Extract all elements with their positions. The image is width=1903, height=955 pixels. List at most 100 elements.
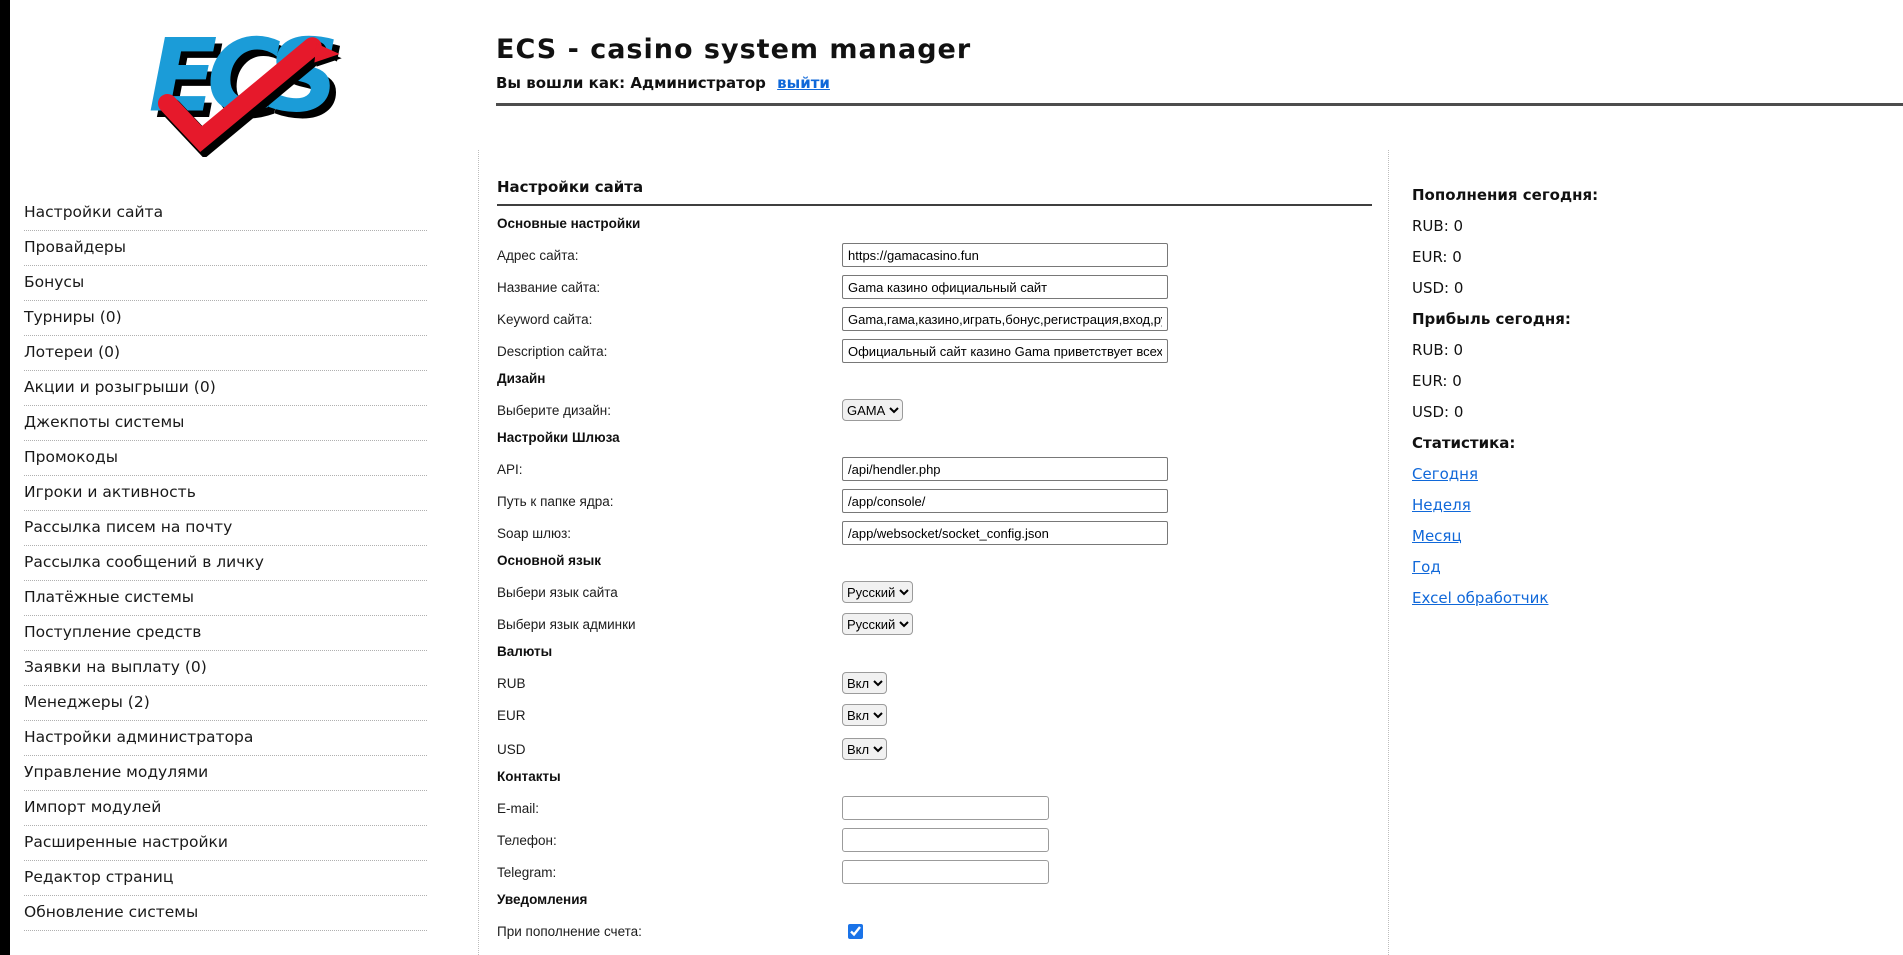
statistics-title: Статистика: bbox=[1412, 434, 1842, 452]
form-row: Название сайта: bbox=[497, 275, 1372, 299]
section-header: Основной язык bbox=[497, 553, 1372, 570]
stats-link[interactable]: Год bbox=[1412, 558, 1441, 576]
form-row: E-mail: bbox=[497, 796, 1372, 820]
deposits-today-list: RUB: 0EUR: 0USD: 0 bbox=[1412, 217, 1842, 297]
form-row: Адрес сайта: bbox=[497, 243, 1372, 267]
deposit-row: RUB: 0 bbox=[1412, 217, 1842, 235]
form-row: API: bbox=[497, 457, 1372, 481]
sidebar-item[interactable]: Управление модулями bbox=[24, 756, 427, 791]
core-path-input[interactable] bbox=[842, 489, 1168, 513]
form-row: При пополнение счета: bbox=[497, 919, 1372, 943]
field-label: Путь к папке ядра: bbox=[497, 494, 842, 509]
site-keyword-input[interactable] bbox=[842, 307, 1168, 331]
notify-deposit-checkbox[interactable] bbox=[848, 924, 863, 939]
section-header: Валюты bbox=[497, 644, 1372, 661]
field-label: Телефон: bbox=[497, 833, 842, 848]
sidebar-item[interactable]: Настройки администратора bbox=[24, 721, 427, 756]
deposit-row: EUR: 0 bbox=[1412, 248, 1842, 266]
usd-select[interactable]: Вкл bbox=[842, 738, 887, 760]
sidebar-item[interactable]: Рассылка сообщений в личку bbox=[24, 546, 427, 581]
form-row: Путь к папке ядра: bbox=[497, 489, 1372, 513]
page-title: ECS - casino system manager bbox=[496, 34, 971, 65]
form-row: Выберите дизайн:GAMA bbox=[497, 398, 1372, 422]
soap-gateway-input[interactable] bbox=[842, 521, 1168, 545]
left-edge-bar bbox=[0, 0, 10, 955]
api-input[interactable] bbox=[842, 457, 1168, 481]
profit-row: EUR: 0 bbox=[1412, 372, 1842, 390]
design-select[interactable]: GAMA bbox=[842, 399, 903, 421]
stats-link[interactable]: Excel обработчик bbox=[1412, 589, 1548, 607]
content-rightpanel-divider bbox=[1388, 150, 1389, 955]
form-row: Description сайта: bbox=[497, 339, 1372, 363]
form-row: Soap шлюз: bbox=[497, 521, 1372, 545]
field-label: EUR bbox=[497, 708, 842, 723]
sidebar-item[interactable]: Менеджеры (2) bbox=[24, 686, 427, 721]
field-label: USD bbox=[497, 742, 842, 757]
sidebar-item[interactable]: Настройки сайта bbox=[24, 196, 427, 231]
sidebar-item[interactable]: Промокоды bbox=[24, 441, 427, 476]
form-row: USDВкл bbox=[497, 737, 1372, 761]
section-header: Настройки Шлюза bbox=[497, 430, 1372, 447]
panel-title: Настройки сайта bbox=[497, 178, 1372, 194]
field-label: RUB bbox=[497, 676, 842, 691]
stats-link[interactable]: Месяц bbox=[1412, 527, 1462, 545]
stats-panel: Пополнения сегодня: RUB: 0EUR: 0USD: 0 П… bbox=[1412, 186, 1842, 620]
sidebar-item[interactable]: Платёжные системы bbox=[24, 581, 427, 616]
sidebar-menu: Настройки сайтаПровайдерыБонусыТурниры (… bbox=[24, 196, 427, 931]
email-input[interactable] bbox=[842, 796, 1049, 820]
sidebar-item[interactable]: Джекпоты системы bbox=[24, 406, 427, 441]
admin-language-select[interactable]: Русский bbox=[842, 613, 913, 635]
sidebar-item[interactable]: Бонусы bbox=[24, 266, 427, 301]
panel-title-divider bbox=[497, 204, 1372, 206]
profit-row: RUB: 0 bbox=[1412, 341, 1842, 359]
site-language-select[interactable]: Русский bbox=[842, 581, 913, 603]
sidebar-item[interactable]: Редактор страниц bbox=[24, 861, 427, 896]
section-header: Уведомления bbox=[497, 892, 1372, 909]
section-header: Контакты bbox=[497, 769, 1372, 786]
phone-input[interactable] bbox=[842, 828, 1049, 852]
field-label: Keyword сайта: bbox=[497, 312, 842, 327]
sidebar-item[interactable]: Акции и розыгрыши (0) bbox=[24, 371, 427, 406]
eur-select[interactable]: Вкл bbox=[842, 704, 887, 726]
site-description-input[interactable] bbox=[842, 339, 1168, 363]
sidebar-item[interactable]: Лотереи (0) bbox=[24, 336, 427, 371]
field-label: API: bbox=[497, 462, 842, 477]
settings-panel: Настройки сайта Основные настройки Адрес … bbox=[497, 178, 1372, 951]
settings-form: Основные настройки Адрес сайта: Название с… bbox=[497, 216, 1372, 943]
section-header: Дизайн bbox=[497, 371, 1372, 388]
sidebar-item[interactable]: Обновление системы bbox=[24, 896, 427, 931]
site-address-input[interactable] bbox=[842, 243, 1168, 267]
logout-link[interactable]: выйти bbox=[777, 74, 830, 92]
field-label: E-mail: bbox=[497, 801, 842, 816]
field-label: Выбери язык админки bbox=[497, 617, 842, 632]
field-label: Название сайта: bbox=[497, 280, 842, 295]
sidebar-item[interactable]: Заявки на выплату (0) bbox=[24, 651, 427, 686]
form-row: Выбери язык админкиРусский bbox=[497, 612, 1372, 636]
rub-select[interactable]: Вкл bbox=[842, 672, 887, 694]
sidebar-item[interactable]: Импорт модулей bbox=[24, 791, 427, 826]
logged-in-status: Вы вошли как: Администратор выйти bbox=[496, 74, 830, 92]
logged-in-label: Вы вошли как: Администратор bbox=[496, 74, 766, 92]
stats-link[interactable]: Сегодня bbox=[1412, 465, 1478, 483]
field-label: Адрес сайта: bbox=[497, 248, 842, 263]
sidebar-item[interactable]: Игроки и активность bbox=[24, 476, 427, 511]
sidebar-item[interactable]: Расширенные настройки bbox=[24, 826, 427, 861]
field-label: Выбери язык сайта bbox=[497, 585, 842, 600]
sidebar-content-divider bbox=[478, 150, 479, 955]
section-header: Основные настройки bbox=[497, 216, 1372, 233]
field-label: При пополнение счета: bbox=[497, 924, 842, 939]
profit-row: USD: 0 bbox=[1412, 403, 1842, 421]
statistics-links: Сегодня Неделя Месяц Год Excel обработчик bbox=[1412, 465, 1842, 607]
sidebar-item[interactable]: Турниры (0) bbox=[24, 301, 427, 336]
deposits-today-title: Пополнения сегодня: bbox=[1412, 186, 1842, 204]
form-row: Телефон: bbox=[497, 828, 1372, 852]
sidebar-item[interactable]: Рассылка писем на почту bbox=[24, 511, 427, 546]
sidebar-item[interactable]: Провайдеры bbox=[24, 231, 427, 266]
telegram-input[interactable] bbox=[842, 860, 1049, 884]
form-row: RUBВкл bbox=[497, 671, 1372, 695]
stats-link[interactable]: Неделя bbox=[1412, 496, 1471, 514]
profit-today-list: RUB: 0 EUR: 0 USD: 0 bbox=[1412, 341, 1842, 421]
site-name-input[interactable] bbox=[842, 275, 1168, 299]
field-label: Выберите дизайн: bbox=[497, 403, 842, 418]
sidebar-item[interactable]: Поступление средств bbox=[24, 616, 427, 651]
